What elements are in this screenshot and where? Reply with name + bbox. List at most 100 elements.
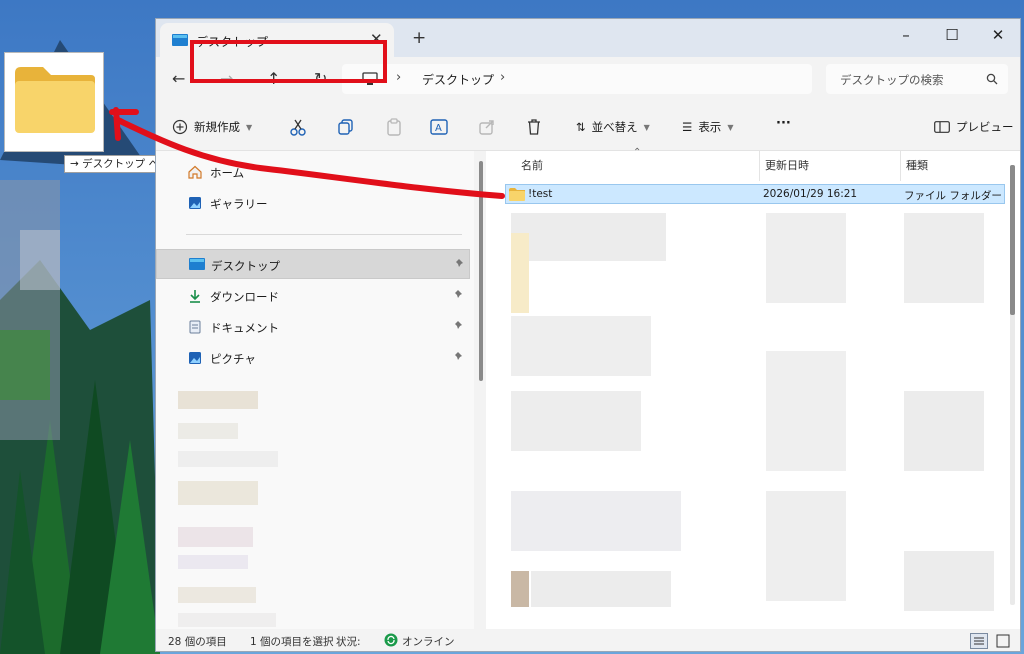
blurred-item xyxy=(178,391,258,409)
blurred-row xyxy=(531,571,671,607)
maximize-button[interactable]: ☐ xyxy=(930,22,974,50)
desktop-icon xyxy=(172,34,188,46)
search-placeholder: デスクトップの検索 xyxy=(840,73,944,87)
file-name: !test xyxy=(528,188,553,200)
close-button[interactable]: ✕ xyxy=(976,22,1020,50)
breadcrumb-chevron[interactable]: › xyxy=(500,70,505,85)
svg-text:A: A xyxy=(435,123,442,134)
blurred-item xyxy=(178,613,276,627)
blurred-row xyxy=(511,213,666,261)
sidebar-item-label: ホーム xyxy=(210,166,245,180)
blurred-row xyxy=(511,391,641,451)
address-bar[interactable]: › デスクトップ › xyxy=(342,64,812,94)
folder-icon xyxy=(15,67,95,133)
sort-label: 並べ替え xyxy=(591,120,638,134)
sync-online-icon xyxy=(384,633,398,647)
sidebar-item-label: ピクチャ xyxy=(210,352,256,366)
sidebar-item-pictures[interactable]: ピクチャ xyxy=(156,343,470,373)
sort-icon: ⇅ xyxy=(576,120,586,134)
column-separator[interactable] xyxy=(900,151,901,181)
rename-icon[interactable]: A xyxy=(429,117,449,137)
new-label: 新規作成 xyxy=(194,120,240,134)
sidebar-item-label: デスクトップ xyxy=(211,259,280,273)
status-label: 状況: xyxy=(336,636,361,648)
desktop-icon xyxy=(189,258,205,270)
blurred-row xyxy=(766,351,846,471)
blurred-item xyxy=(178,481,258,505)
sidebar-item-home[interactable]: ホーム xyxy=(156,157,470,187)
dragged-folder-thumbnail[interactable] xyxy=(4,52,104,152)
paste-icon[interactable] xyxy=(384,117,404,137)
file-type: ファイル フォルダー xyxy=(904,190,1002,202)
blurred-row xyxy=(511,233,529,313)
blurred-row xyxy=(904,551,994,611)
pin-icon[interactable] xyxy=(455,258,465,271)
column-separator[interactable] xyxy=(759,151,760,181)
blurred-row xyxy=(904,213,984,303)
back-icon[interactable]: ← xyxy=(172,69,185,88)
sidebar-item-documents[interactable]: ドキュメント xyxy=(156,312,470,342)
column-header-modified[interactable]: 更新日時 xyxy=(765,157,809,173)
preview-label: プレビュー xyxy=(956,120,1014,134)
new-button[interactable]: 新規作成 ▼ xyxy=(172,119,252,135)
status-bar: 28 個の項目 1 個の項目を選択 状況: オンライン xyxy=(156,629,1020,651)
cut-icon[interactable] xyxy=(288,117,308,137)
chevron-down-icon: ▼ xyxy=(246,122,253,132)
navigation-pane: ホーム ギャラリー デスクトップ ダウンロード ドキュメント ピクチャ xyxy=(156,151,483,629)
blurred-item xyxy=(178,451,278,467)
pin-icon[interactable] xyxy=(454,289,464,302)
pin-icon[interactable] xyxy=(454,351,464,364)
sidebar-divider xyxy=(186,234,462,235)
preview-button[interactable]: プレビュー xyxy=(934,119,1014,135)
search-icon xyxy=(986,73,998,85)
file-explorer-window: デスクトップ ✕ + – ☐ ✕ ← → ↑ ↻ › デスクトップ › デスクト… xyxy=(155,18,1021,652)
sidebar-item-gallery[interactable]: ギャラリー xyxy=(156,188,470,218)
blurred-item xyxy=(178,555,248,569)
status-value: オンライン xyxy=(402,636,455,648)
tiles-view-icon[interactable] xyxy=(994,633,1012,649)
table-row[interactable]: !test 2026/01/29 16:21 ファイル フォルダー xyxy=(505,184,1005,204)
item-count: 28 個の項目 xyxy=(168,636,227,648)
blurred-item xyxy=(178,423,238,439)
blurred-row xyxy=(904,391,984,471)
column-header-type[interactable]: 種類 xyxy=(906,157,928,173)
view-label: 表示 xyxy=(698,120,722,134)
file-modified: 2026/01/29 16:21 xyxy=(763,188,858,200)
pin-icon[interactable] xyxy=(454,320,464,333)
minimize-button[interactable]: – xyxy=(884,22,928,50)
column-header-name[interactable]: 名前 xyxy=(521,157,543,173)
address-highlight-annotation xyxy=(190,40,387,83)
view-list-icon: ☰ xyxy=(682,120,693,134)
more-options-button[interactable]: ··· xyxy=(776,116,791,131)
gallery-icon xyxy=(189,197,201,209)
search-box[interactable]: デスクトップの検索 xyxy=(826,64,1008,94)
scrollbar-thumb[interactable] xyxy=(1010,165,1015,315)
folder-icon xyxy=(509,188,525,201)
blurred-item xyxy=(178,527,253,547)
sidebar-scrollbar[interactable] xyxy=(479,161,483,381)
selected-count: 1 個の項目を選択 xyxy=(250,636,334,648)
file-list-pane: ⌃ 名前 更新日時 種類 !test 2026/01/29 16:21 ファイル… xyxy=(486,147,1020,629)
blurred-item xyxy=(178,587,256,603)
document-icon xyxy=(189,320,201,334)
file-list-scrollbar[interactable] xyxy=(1010,165,1015,605)
download-icon xyxy=(190,290,200,303)
chevron-down-icon: ▼ xyxy=(727,122,734,132)
share-icon[interactable] xyxy=(477,117,497,137)
blurred-row xyxy=(766,491,846,601)
sidebar-item-label: ダウンロード xyxy=(210,290,279,304)
sidebar-item-downloads[interactable]: ダウンロード xyxy=(156,281,470,311)
details-view-icon[interactable] xyxy=(970,633,988,649)
new-tab-button[interactable]: + xyxy=(412,28,426,48)
breadcrumb-desktop[interactable]: デスクトップ xyxy=(422,71,494,88)
blurred-row xyxy=(511,316,651,376)
command-bar: 新規作成 ▼ A ⇅ 並べ替え ▼ ☰ 表示 ▼ ··· プレビュー xyxy=(156,105,1020,151)
pictures-icon xyxy=(189,352,201,364)
sort-button[interactable]: ⇅ 並べ替え ▼ xyxy=(576,119,650,135)
delete-icon[interactable] xyxy=(524,117,544,137)
sidebar-item-desktop[interactable]: デスクトップ xyxy=(156,249,470,279)
blurred-row xyxy=(766,213,846,303)
copy-icon[interactable] xyxy=(336,117,356,137)
breadcrumb-chevron[interactable]: › xyxy=(396,70,401,85)
view-button[interactable]: ☰ 表示 ▼ xyxy=(682,119,733,135)
